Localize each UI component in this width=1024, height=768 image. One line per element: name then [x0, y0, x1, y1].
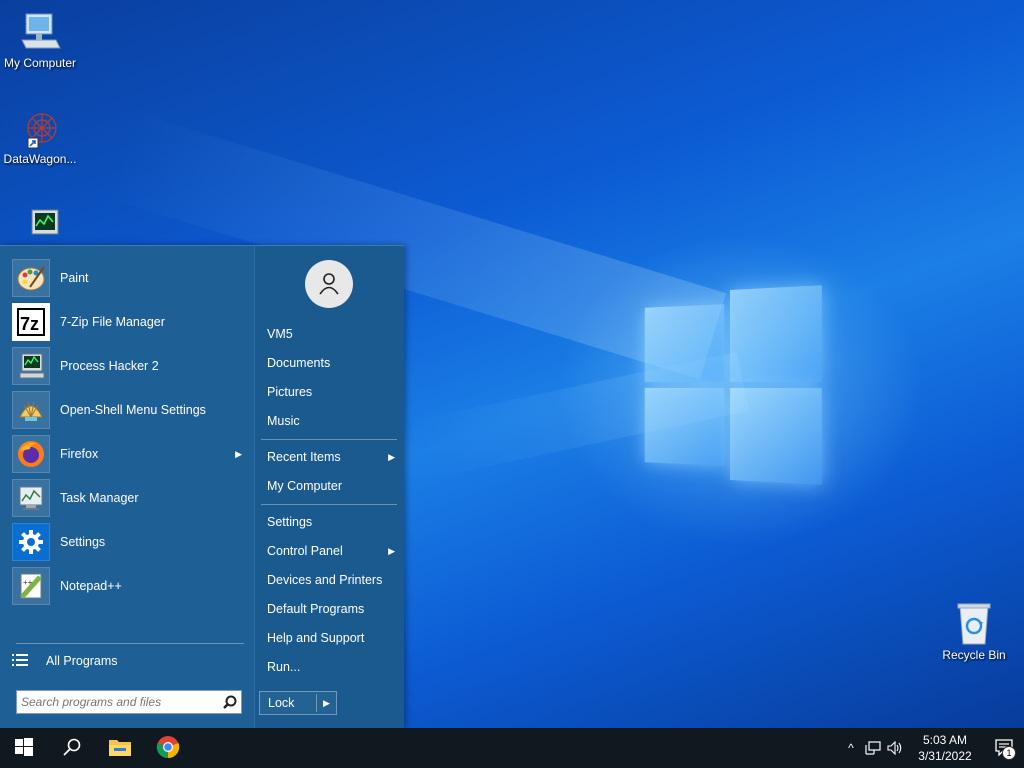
clock-date: 3/31/2022 — [918, 749, 972, 763]
clock[interactable]: 5:03 AM 3/31/2022 — [906, 732, 984, 764]
taskbar-chrome[interactable] — [144, 728, 192, 768]
process-hacker-icon — [18, 206, 62, 250]
all-programs-button[interactable]: All Programs — [12, 648, 248, 674]
place-item-control-panel[interactable]: Control Panel ▶ — [267, 540, 399, 562]
desktop-icon-label: Recycle Bin — [942, 648, 1006, 662]
process-hacker-icon — [12, 347, 50, 385]
user-icon — [317, 271, 341, 298]
separator — [16, 643, 244, 644]
recycle-bin-icon — [952, 602, 996, 646]
place-label: Recent Items — [267, 450, 341, 464]
clock-time: 5:03 AM — [922, 733, 968, 747]
svg-text:++: ++ — [23, 578, 33, 587]
datawagon-icon — [18, 106, 62, 150]
desktop-icon-recycle-bin[interactable]: Recycle Bin — [934, 602, 1014, 662]
place-label: Settings — [267, 515, 313, 529]
notification-badge: 1 — [1002, 746, 1016, 760]
search-box — [16, 690, 242, 714]
computer-icon — [18, 10, 62, 54]
program-label: Task Manager — [60, 491, 139, 505]
submenu-arrow-icon: ▶ — [388, 451, 395, 462]
place-label: Pictures — [267, 385, 313, 399]
place-label: Devices and Printers — [267, 573, 383, 587]
desktop-icon-datawagon[interactable]: DataWagon... — [0, 106, 80, 166]
volume-icon[interactable] — [884, 728, 906, 768]
all-programs-label: All Programs — [46, 654, 118, 668]
program-label: Settings — [60, 535, 106, 549]
place-item-user[interactable]: VM5 — [267, 323, 399, 345]
start-menu-programs-column: Paint 7z 7-Zip File Manager Process Hack… — [0, 246, 254, 729]
place-item-pictures[interactable]: Pictures — [267, 381, 399, 403]
program-label: Firefox — [60, 447, 99, 461]
program-label: Open-Shell Menu Settings — [60, 403, 206, 417]
program-label: Notepad++ — [60, 579, 122, 593]
program-label: Paint — [60, 271, 89, 285]
start-icon — [15, 737, 33, 759]
action-center-button[interactable]: 1 — [984, 728, 1024, 768]
program-label: Process Hacker 2 — [60, 359, 159, 373]
desktop-icon-label: DataWagon... — [3, 152, 77, 166]
program-item-notepad-plus-plus[interactable]: ++ Notepad++ — [12, 566, 248, 606]
place-item-run[interactable]: Run... — [267, 656, 399, 678]
system-tray: ^ 5:03 AM 3/31/2022 1 — [840, 728, 1024, 768]
submenu-arrow-icon: ▶ — [388, 545, 395, 556]
tray-overflow-chevron-icon[interactable]: ^ — [840, 728, 862, 768]
program-item-paint[interactable]: Paint — [12, 258, 248, 298]
submenu-arrow-icon: ▶ — [235, 448, 242, 459]
notepad-plus-plus-icon: ++ — [12, 567, 50, 605]
network-icon[interactable] — [862, 728, 884, 768]
separator — [261, 439, 397, 440]
place-item-settings[interactable]: Settings — [267, 511, 399, 533]
program-label: 7-Zip File Manager — [60, 315, 165, 329]
place-label: Run... — [267, 660, 301, 674]
place-item-default-programs[interactable]: Default Programs — [267, 598, 399, 620]
taskbar-search-button[interactable] — [48, 728, 96, 768]
paint-icon — [12, 259, 50, 297]
user-avatar[interactable] — [305, 260, 353, 308]
place-item-documents[interactable]: Documents — [267, 352, 399, 374]
shutdown-options-arrow-icon[interactable]: ▶ — [317, 698, 336, 709]
lock-button[interactable]: Lock — [260, 696, 316, 710]
place-label: Documents — [267, 356, 331, 370]
taskbar-file-explorer[interactable] — [96, 728, 144, 768]
place-label: Control Panel — [267, 544, 343, 558]
place-label: VM5 — [267, 327, 293, 341]
separator — [261, 504, 397, 505]
place-item-devices-printers[interactable]: Devices and Printers — [267, 569, 399, 591]
search-icon[interactable] — [219, 691, 241, 713]
taskbar: ^ 5:03 AM 3/31/2022 1 — [0, 728, 1024, 768]
place-item-recent-items[interactable]: Recent Items ▶ — [267, 446, 399, 468]
program-item-open-shell-settings[interactable]: Open-Shell Menu Settings — [12, 390, 248, 430]
place-label: Help and Support — [267, 631, 365, 645]
place-label: My Computer — [267, 479, 343, 493]
program-item-process-hacker[interactable]: Process Hacker 2 — [12, 346, 248, 386]
search-icon — [63, 738, 81, 759]
place-item-help-support[interactable]: Help and Support — [267, 627, 399, 649]
start-button[interactable] — [0, 728, 48, 768]
desktop-icon-my-computer[interactable]: My Computer — [0, 10, 80, 70]
place-item-my-computer[interactable]: My Computer — [267, 475, 399, 497]
place-item-music[interactable]: Music — [267, 410, 399, 432]
7zip-icon: 7z — [12, 303, 50, 341]
windows-logo-wallpaper — [644, 285, 824, 485]
lock-button-group: Lock ▶ — [259, 691, 337, 715]
program-item-7zip[interactable]: 7z 7-Zip File Manager — [12, 302, 248, 342]
svg-text:7z: 7z — [20, 314, 39, 334]
chrome-icon — [156, 735, 180, 762]
open-shell-icon — [12, 391, 50, 429]
task-manager-icon — [12, 479, 50, 517]
place-label: Default Programs — [267, 602, 365, 616]
place-label: Music — [267, 414, 300, 428]
gear-icon — [12, 523, 50, 561]
firefox-icon — [12, 435, 50, 473]
program-item-task-manager[interactable]: Task Manager — [12, 478, 248, 518]
list-icon — [12, 653, 28, 670]
file-explorer-icon — [108, 737, 132, 760]
start-menu: Paint 7z 7-Zip File Manager Process Hack… — [0, 245, 404, 729]
search-input[interactable] — [17, 692, 219, 712]
program-item-settings[interactable]: Settings — [12, 522, 248, 562]
desktop-icon-label: My Computer — [3, 56, 77, 70]
start-menu-places-column: VM5 Documents Pictures Music Recent Item… — [254, 246, 404, 729]
program-item-firefox[interactable]: Firefox ▶ — [12, 434, 248, 474]
